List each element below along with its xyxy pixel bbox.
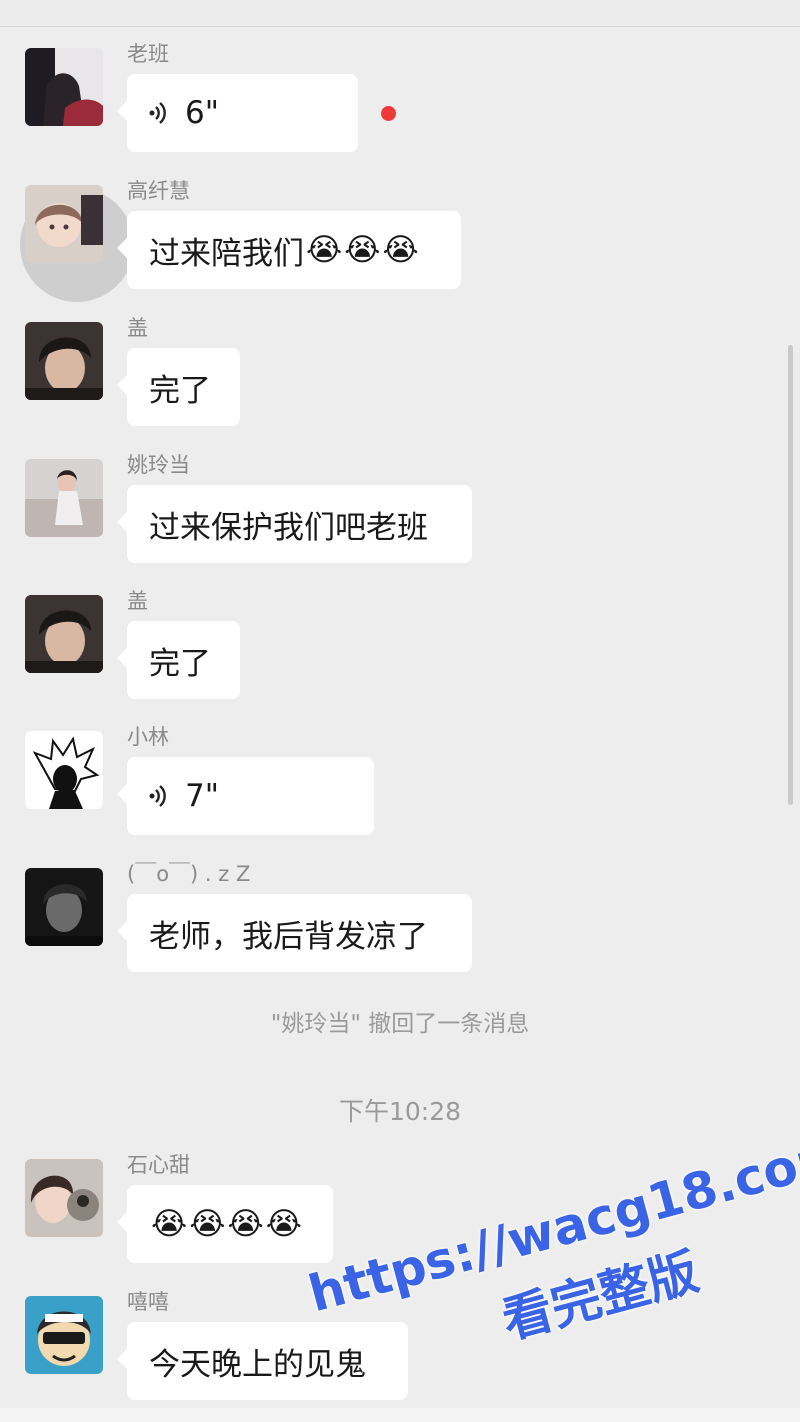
text-message-bubble[interactable]: 老师，我后背发凉了 [117, 894, 472, 972]
crying-emoji: 😭 [151, 1206, 188, 1242]
text-message-bubble[interactable]: 完了 [117, 621, 240, 699]
input-bar-edge [0, 1408, 800, 1422]
crying-emoji: 😭 [227, 1206, 264, 1242]
crying-emoji: 😭 [189, 1206, 226, 1242]
sender-name: 老班 [127, 42, 169, 66]
avatar[interactable] [25, 48, 103, 126]
voice-wave-icon [149, 784, 169, 808]
unread-dot [381, 106, 396, 121]
avatar[interactable] [25, 459, 103, 537]
message-text: 完了 [149, 372, 211, 409]
text-message-bubble[interactable]: 过来陪我们 😭 😭 😭 [117, 211, 461, 289]
voice-wave-icon [149, 101, 169, 125]
voice-duration: 7" [185, 778, 219, 814]
sender-name: 姚玲当 [127, 453, 190, 477]
avatar[interactable] [25, 731, 103, 809]
voice-duration: 6" [185, 95, 219, 131]
crying-emoji: 😭 [344, 232, 381, 268]
message-text: 过来陪我们 [149, 235, 304, 272]
sender-name: 高纤慧 [127, 179, 190, 203]
avatar[interactable] [25, 185, 103, 263]
avatar[interactable] [25, 1159, 103, 1237]
voice-message-bubble[interactable]: 7" [117, 757, 374, 835]
sender-name: 盖 [127, 316, 148, 340]
message-text: 完了 [149, 645, 211, 682]
scrollbar[interactable] [788, 345, 793, 805]
message-text: 过来保护我们吧老班 [149, 509, 428, 546]
avatar[interactable] [25, 868, 103, 946]
recall-notice: "姚玲当" 撤回了一条消息 [270, 1011, 530, 1037]
sender-name: 石心甜 [127, 1153, 190, 1177]
sender-name: 小林 [127, 725, 169, 749]
sender-name: 盖 [127, 589, 148, 613]
avatar[interactable] [25, 1296, 103, 1374]
crying-emoji: 😭 [306, 232, 343, 268]
crying-emoji: 😭 [382, 232, 419, 268]
avatar[interactable] [25, 322, 103, 400]
message-text: 老师，我后背发凉了 [149, 918, 428, 955]
sender-name: 嘻嘻 [127, 1290, 169, 1314]
voice-message-bubble[interactable]: 6" [117, 74, 358, 152]
text-message-bubble[interactable]: 过来保护我们吧老班 [117, 485, 472, 563]
sender-name: (￣o￣) . z Z [127, 862, 251, 886]
avatar[interactable] [25, 595, 103, 673]
text-message-bubble[interactable]: 完了 [117, 348, 240, 426]
